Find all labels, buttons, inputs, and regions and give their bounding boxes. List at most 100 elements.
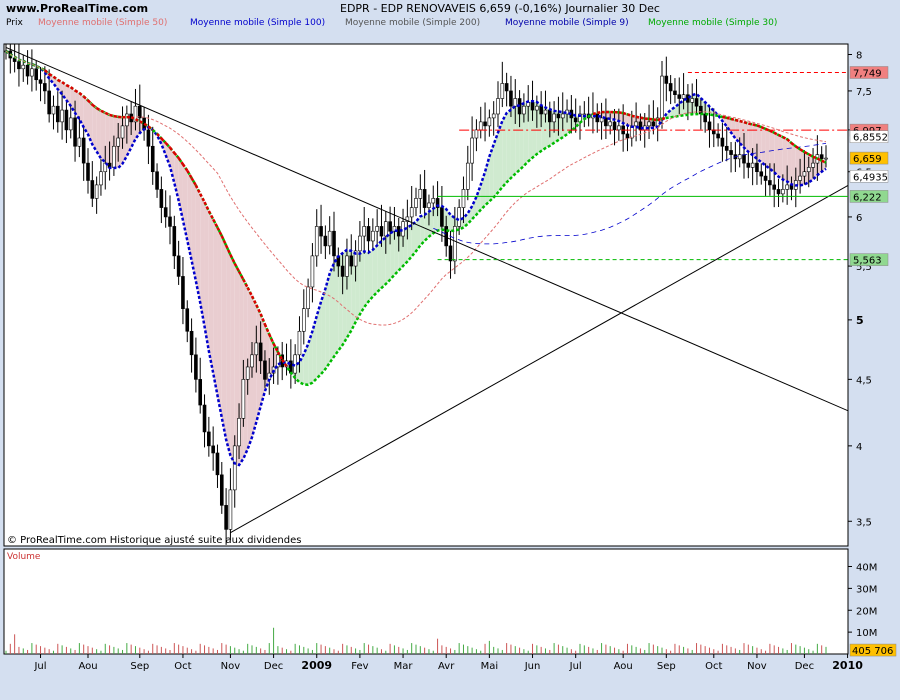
x-tick-label: Fev	[351, 661, 368, 672]
candle-body	[724, 145, 729, 151]
ma-fill	[226, 245, 231, 456]
candle-body	[440, 207, 444, 227]
x-tick-label: Aou	[78, 661, 97, 672]
candle-body	[137, 105, 142, 119]
candle-body	[340, 265, 345, 277]
candle-body	[690, 98, 695, 103]
candle-body	[163, 207, 168, 218]
ma-fill	[502, 113, 507, 188]
candle-body	[332, 230, 336, 257]
candle-body	[599, 117, 604, 123]
candle-body	[418, 189, 423, 199]
candle-body	[263, 360, 267, 380]
candle-body	[379, 226, 384, 237]
candle-body	[763, 175, 768, 181]
candle-body	[241, 379, 246, 419]
candle-body	[707, 121, 712, 131]
candle-body	[51, 105, 56, 115]
candle-body	[755, 162, 759, 173]
ma-fill	[230, 254, 235, 464]
candle-body	[90, 180, 95, 199]
ma-fill	[381, 237, 386, 289]
candle-body	[742, 154, 746, 164]
candle-body	[38, 79, 43, 84]
ma-fill	[385, 233, 391, 284]
ma-fill	[377, 240, 382, 292]
candle-body	[181, 276, 185, 309]
candle-body	[470, 137, 474, 164]
chart-footnote: © ProRealTime.com Historique ajusté suit…	[7, 534, 301, 546]
candle-body	[64, 109, 69, 131]
x-tick-label: Nov	[747, 661, 767, 672]
y-tick-label: 4,5	[856, 375, 872, 386]
candle-body	[716, 133, 720, 139]
price-chart[interactable]: 87,576,565,554,543,57,7496,9976,85526,65…	[0, 0, 900, 700]
candle-body	[43, 83, 47, 92]
y-tick-label: 4	[856, 442, 862, 453]
candle-body	[720, 137, 725, 147]
candle-body	[176, 255, 181, 277]
candle-body	[297, 330, 302, 356]
ma-fill	[208, 210, 214, 374]
candle-body	[202, 404, 207, 433]
level-label: 7,749	[853, 68, 882, 79]
candle-body	[448, 245, 453, 262]
x-tick-label: Oct	[705, 661, 722, 672]
candle-body	[211, 445, 215, 454]
candle-body	[824, 157, 828, 160]
candle-body	[483, 121, 487, 127]
candle-body	[185, 308, 190, 332]
ma-fill	[761, 127, 766, 166]
candle-body	[146, 129, 151, 147]
candle-body	[198, 379, 203, 406]
candle-body	[306, 286, 310, 309]
candle-body	[500, 83, 505, 99]
candle-body	[228, 489, 233, 530]
x-tick-label: Jul	[569, 661, 582, 672]
x-tick-label: 2010	[832, 659, 863, 672]
candle-body	[746, 162, 751, 168]
candle-body	[189, 330, 194, 356]
candle-body	[388, 221, 392, 232]
x-tick-label: Mai	[481, 661, 499, 672]
x-tick-label: Dec	[264, 661, 283, 672]
candle-body	[155, 171, 159, 190]
candle-body	[327, 230, 332, 247]
y-tick-label: 3,5	[856, 517, 872, 528]
candle-body	[60, 109, 64, 123]
candle-body	[86, 162, 90, 181]
candle-body	[94, 184, 99, 199]
ma-fill	[329, 263, 334, 363]
candle-body	[496, 98, 500, 115]
x-tick-label: Jul	[33, 661, 46, 672]
candle-body	[250, 354, 254, 368]
volume-title: Volume	[7, 552, 41, 562]
candle-body	[112, 145, 116, 168]
x-tick-label: Sep	[657, 661, 676, 672]
candle-body	[612, 121, 617, 131]
candle-body	[194, 354, 198, 380]
candle-body	[409, 207, 414, 218]
candle-body	[319, 226, 323, 237]
ma-fill	[765, 128, 770, 169]
candle-body	[768, 180, 772, 186]
candle-body	[819, 154, 824, 160]
candle-body	[634, 121, 638, 127]
candle-body	[811, 162, 815, 168]
candle-body	[660, 75, 664, 119]
x-tick-label: Avr	[438, 661, 455, 672]
candle-body	[99, 171, 103, 186]
ma-fill	[217, 227, 222, 418]
candle-body	[504, 83, 509, 92]
candle-body	[314, 226, 319, 257]
y-tick-label: 8	[856, 50, 862, 61]
vol-tick-label: 30M	[856, 584, 877, 595]
level-label: 6,8552	[853, 133, 888, 144]
ma-fill	[221, 235, 227, 440]
candle-body	[120, 125, 125, 139]
candle-body	[366, 226, 371, 242]
candle-body	[21, 64, 26, 70]
candle-body	[781, 189, 785, 195]
ma-fill	[506, 109, 511, 183]
ma-fill	[364, 251, 369, 308]
